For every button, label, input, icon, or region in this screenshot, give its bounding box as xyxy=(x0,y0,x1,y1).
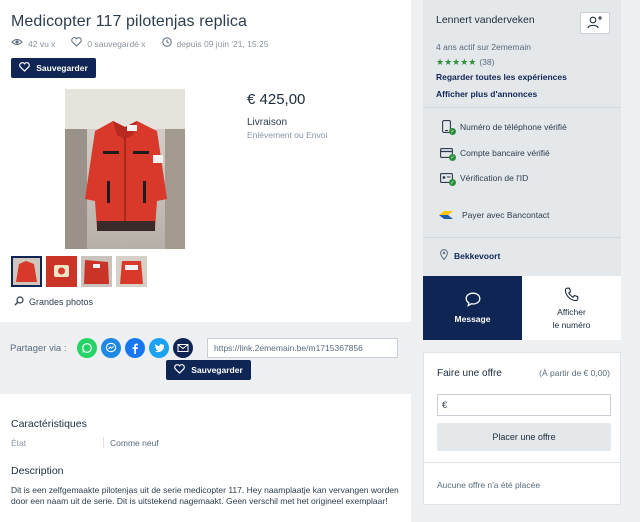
chat-bubble-icon xyxy=(465,292,481,309)
date-stat: depuis 09 juin '21, 15:25 xyxy=(161,37,269,50)
offer-amount-field[interactable]: € xyxy=(437,394,611,416)
reviews-link[interactable]: Regarder toutes les expériences xyxy=(436,72,567,82)
bancontact-label: Payer avec Bancontact xyxy=(462,210,550,220)
heart-icon xyxy=(174,364,186,376)
delivery-title: Livraison xyxy=(247,117,288,128)
delivery-mode: Enlèvement ou Envoi xyxy=(247,130,328,140)
thumbnail-strip xyxy=(11,256,147,287)
seller-location[interactable]: Bekkevoort xyxy=(440,249,500,262)
verified-bank-label: Compte bancaire vérifié xyxy=(460,147,550,158)
rating-count: (38) xyxy=(479,57,495,67)
id-card-icon: ✓ xyxy=(440,171,456,186)
currency-prefix: € xyxy=(442,400,448,410)
seller-rating: ★★★★★ (38) xyxy=(436,57,494,68)
add-user-icon xyxy=(587,15,603,32)
large-photos-link[interactable]: Grandes photos xyxy=(14,296,93,308)
seller-sidebar: Lennert vanderveken 4 ans actif sur 2eme… xyxy=(423,0,621,522)
verified-phone: ✓ Numéro de téléphone vérifié xyxy=(440,120,567,135)
main-photo[interactable] xyxy=(11,89,239,249)
listing-main: Medicopter 117 pilotenjas replica 42 vu … xyxy=(0,0,411,522)
location-label: Bekkevoort xyxy=(454,250,501,261)
facebook-icon[interactable] xyxy=(125,338,145,358)
thumbnail-2[interactable] xyxy=(46,256,77,287)
show-number-label-2: le numéro xyxy=(552,319,591,330)
follow-seller-button[interactable] xyxy=(580,12,610,34)
price: € 425,00 xyxy=(247,91,306,108)
phone-icon xyxy=(564,287,579,304)
messenger-icon[interactable] xyxy=(101,338,121,358)
verified-phone-label: Numéro de téléphone vérifié xyxy=(460,121,567,132)
divider xyxy=(423,107,621,108)
description-text: Dit is een zelfgemaakte pilotenjas uit d… xyxy=(11,485,399,506)
message-button[interactable]: Message xyxy=(423,276,522,340)
show-number-label-1: Afficher xyxy=(557,306,586,317)
posted-date: depuis 09 juin '21, 15:25 xyxy=(176,38,269,49)
verified-bank: ✓ Compte bancaire vérifié xyxy=(440,146,550,161)
offer-minimum: (À partir de € 0,00) xyxy=(539,368,610,378)
offer-title: Faire une offre xyxy=(437,368,502,379)
email-icon[interactable] xyxy=(173,338,193,358)
thumbnail-4[interactable] xyxy=(116,256,147,287)
divider xyxy=(423,237,621,238)
no-offer-text: Aucune offre n'a été placée xyxy=(437,480,541,490)
share-link-field[interactable]: https://link.2ememain.be/m1715367856 xyxy=(207,338,398,358)
seller-card: Lennert vanderveken 4 ans actif sur 2eme… xyxy=(423,0,621,276)
whatsapp-icon[interactable] xyxy=(77,338,97,358)
bank-card-icon: ✓ xyxy=(440,146,456,161)
rating-stars: ★★★★★ xyxy=(436,57,477,67)
thumbnail-3[interactable] xyxy=(81,256,112,287)
heart-icon xyxy=(71,37,83,50)
share-label: Partager via : xyxy=(10,343,67,354)
divider xyxy=(103,437,104,448)
description-title: Description xyxy=(11,465,64,477)
clock-icon xyxy=(161,37,172,50)
location-pin-icon xyxy=(440,249,448,262)
heart-icon xyxy=(19,62,31,74)
zoom-icon xyxy=(14,296,24,308)
phone-icon: ✓ xyxy=(440,120,456,135)
share-section: Partager via : https://link.2ememain.be/… xyxy=(0,322,411,394)
listing-title: Medicopter 117 pilotenjas replica xyxy=(11,13,248,30)
large-photos-label: Grandes photos xyxy=(29,297,94,307)
listing-meta: 42 vu x 0 sauvegardé x depuis 09 juin '2… xyxy=(11,37,268,50)
bancontact-row: Payer avec Bancontact xyxy=(438,209,549,221)
save-label: Sauvegarder xyxy=(191,365,243,375)
place-offer-button[interactable]: Placer une offre xyxy=(437,423,611,451)
bancontact-logo-icon xyxy=(438,209,454,221)
seller-name[interactable]: Lennert vanderveken xyxy=(436,14,535,26)
twitter-icon[interactable] xyxy=(149,338,169,358)
share-buttons xyxy=(77,338,193,358)
message-label: Message xyxy=(454,314,491,324)
saved-count: 0 sauvegardé x xyxy=(87,38,146,49)
saved-stat: 0 sauvegardé x xyxy=(71,37,146,50)
save-button-secondary[interactable]: Sauvegarder xyxy=(166,360,251,380)
state-value: Comme neuf xyxy=(110,438,159,448)
offer-card: Faire une offre (À partir de € 0,00) € P… xyxy=(423,352,621,463)
no-offer-card: Aucune offre n'a été placée xyxy=(423,463,621,505)
show-number-button[interactable]: Afficher le numéro xyxy=(522,276,621,340)
verified-id-label: Vérification de l'ID xyxy=(460,172,529,183)
seller-active: 4 ans actif sur 2ememain xyxy=(436,42,531,52)
verified-id: ✓ Vérification de l'ID xyxy=(440,171,529,186)
eye-icon xyxy=(11,38,23,49)
save-button[interactable]: Sauvegarder xyxy=(11,58,96,78)
state-label: État xyxy=(11,438,27,448)
characteristics-title: Caractéristiques xyxy=(11,418,87,430)
more-ads-link[interactable]: Afficher plus d'annonces xyxy=(436,89,537,99)
views-stat: 42 vu x xyxy=(11,38,55,49)
jacket-image xyxy=(65,89,185,249)
views-count: 42 vu x xyxy=(28,38,56,49)
thumbnail-1[interactable] xyxy=(11,256,42,287)
save-label: Sauvegarder xyxy=(36,63,88,73)
